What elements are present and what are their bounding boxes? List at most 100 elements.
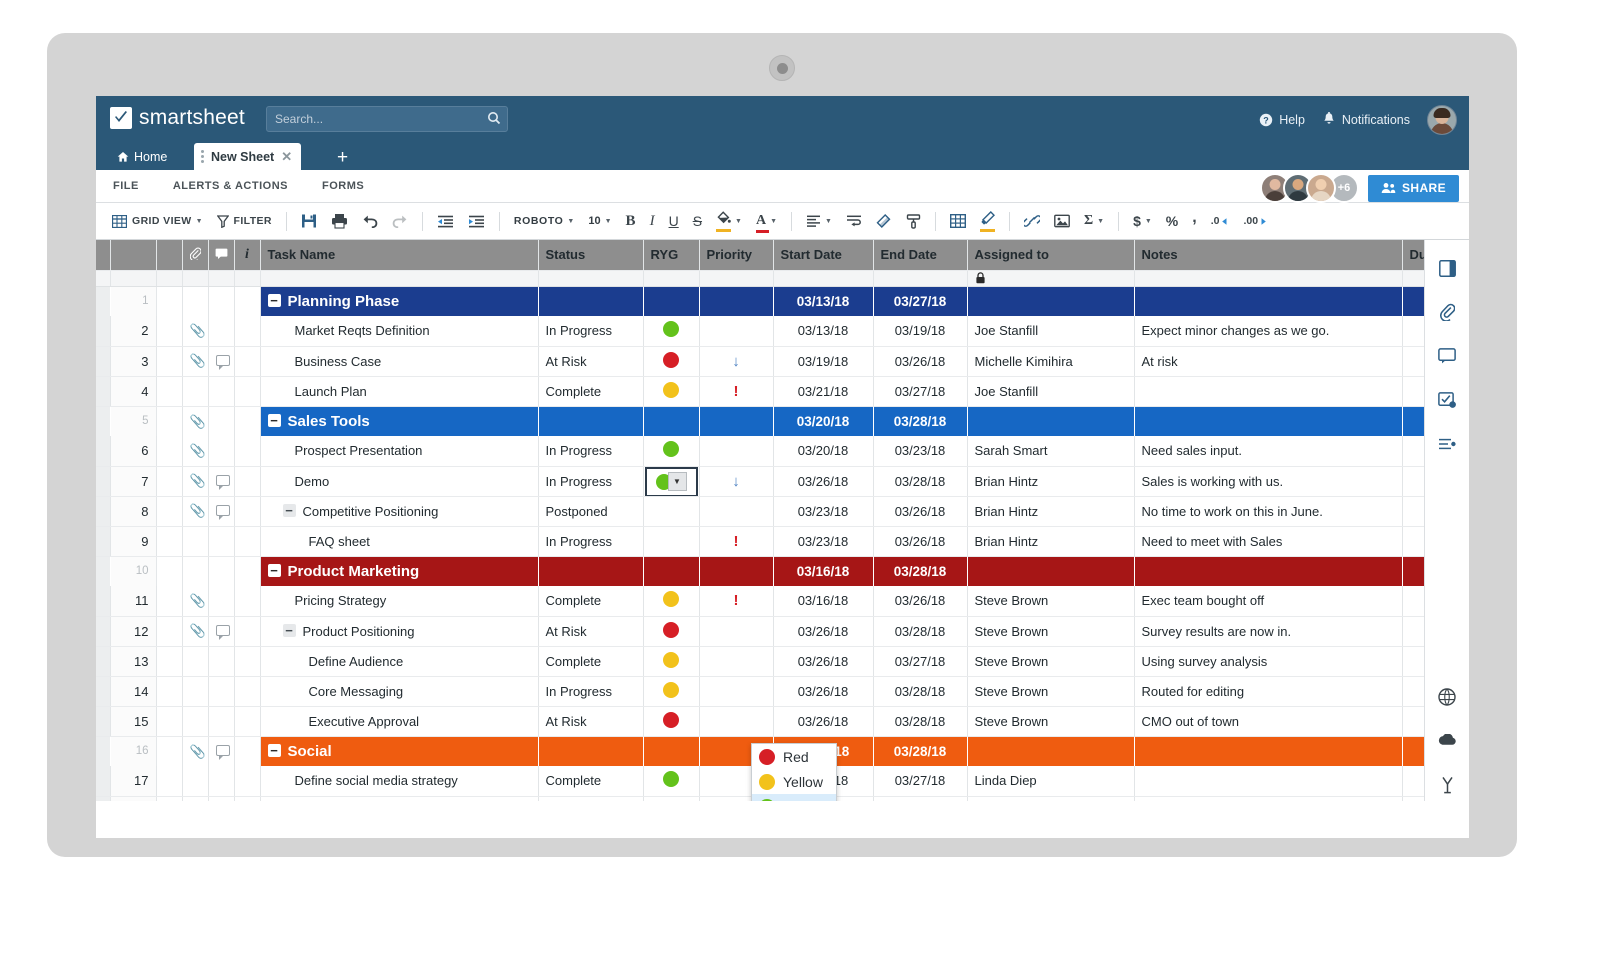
cell-info[interactable] [234,616,261,647]
connections-icon[interactable] [1425,719,1469,763]
row-gutter[interactable] [96,406,111,436]
cell-blank[interactable] [156,796,183,801]
cell-end-date[interactable]: 03/26/18 [873,586,968,617]
cell-notes[interactable]: Sales is working with us. [1134,466,1403,497]
cell-comment[interactable] [208,556,235,586]
table-row[interactable]: 2 📎 Market Reqts Definition In Progress 03/1… [96,316,1463,347]
row-gutter[interactable] [96,346,111,377]
cell-blank[interactable] [156,676,183,707]
cell-task-name[interactable]: FAQ sheet [260,526,539,557]
cell-comment[interactable] [208,796,235,801]
collapse-icon[interactable]: − [267,413,281,427]
cell-task-name[interactable]: − Product Marketing [260,556,539,586]
font-family-select[interactable]: ROBOTO ▼ [507,203,581,239]
paperclip-icon[interactable]: 📎 [190,353,206,368]
cell-start-date[interactable]: 03/20/18 [773,406,874,436]
wrap-text-button[interactable] [839,203,869,239]
cell-ryg[interactable] [643,436,700,467]
cell-attachment[interactable]: 📎 [182,466,209,497]
save-button[interactable] [294,203,324,239]
table-row[interactable]: 10−Product Marketing03/16/1803/28/188. [96,556,1463,586]
cell-assigned-to[interactable]: Joe Stanfill [967,376,1135,407]
row-gutter[interactable] [96,796,111,801]
header-status[interactable]: Status [538,240,644,271]
cell-comment[interactable] [208,616,235,647]
cell-comment[interactable] [208,466,235,497]
cell-priority[interactable] [699,316,774,347]
header-start-date[interactable]: Start Date [773,240,874,271]
cell-notes[interactable]: Need to meet with Sales [1134,526,1403,557]
close-icon[interactable]: ✕ [281,149,292,165]
cell-info[interactable] [234,526,261,557]
ryg-option-red[interactable]: Red [752,744,836,769]
cell-assigned-to[interactable]: Joe Stanfill [967,316,1135,347]
menu-forms[interactable]: FORMS [305,180,381,192]
cell-task-name[interactable]: Schedule social media posts [260,796,539,801]
cell-ryg[interactable] [643,346,700,377]
brand-logo[interactable]: smartsheet [110,106,245,130]
header-assigned-to[interactable]: Assigned to [967,240,1135,271]
cell-task-name[interactable]: Pricing Strategy [260,586,539,617]
cell-status[interactable]: In Progress [538,526,644,557]
collapse-icon[interactable]: − [282,623,296,637]
cell-assigned-to[interactable] [967,286,1135,316]
print-button[interactable] [324,203,355,239]
header-info[interactable]: i [234,240,261,271]
selected-cell-border[interactable]: ▼ [644,466,698,495]
cell-priority[interactable]: ! [699,526,774,557]
collaborator-avatars[interactable]: +6 [1259,173,1359,203]
cell-info[interactable] [234,586,261,617]
cell-attachment[interactable]: 📎 [182,586,209,617]
cell-blank[interactable] [156,766,183,797]
cell-ryg[interactable] [643,646,700,677]
cell-comment[interactable] [208,316,235,347]
cell-comment[interactable] [208,376,235,407]
cell-status[interactable] [538,736,644,766]
cell-priority[interactable]: ! [699,376,774,407]
row-gutter[interactable] [96,556,111,586]
panels-icon[interactable] [1425,246,1469,290]
cell-attachment[interactable] [182,706,209,737]
cell-task-name[interactable]: Executive Approval [260,706,539,737]
row-gutter[interactable] [96,526,111,557]
header-ryg[interactable]: RYG [643,240,700,271]
row-gutter[interactable] [96,376,111,407]
cell-notes[interactable] [1134,796,1403,801]
cell-comment[interactable] [208,676,235,707]
table-row[interactable]: 11 📎 Pricing Strategy Complete! 03/16/18 03/2… [96,586,1463,617]
row-gutter[interactable] [96,286,111,316]
cell-attachment[interactable] [182,376,209,407]
cell-notes[interactable]: Exec team bought off [1134,586,1403,617]
cell-priority[interactable]: ↓ [699,346,774,377]
cell-ryg[interactable] [643,406,700,436]
cell-task-name[interactable]: Prospect Presentation [260,436,539,467]
cell-end-date[interactable]: 03/28/18 [873,706,968,737]
row-number[interactable]: 1 [110,286,157,316]
cell-priority[interactable] [699,556,774,586]
paperclip-icon[interactable]: 📎 [190,443,206,458]
cell-status[interactable]: Complete [538,376,644,407]
cell-notes[interactable]: No time to work on this in June. [1134,496,1403,527]
cell-status[interactable]: At Risk [538,346,644,377]
cell-end-date[interactable]: 03/27/18 [873,646,968,677]
cell-info[interactable] [234,346,261,377]
cell-end-date[interactable]: 03/27/18 [873,286,968,316]
cell-start-date[interactable]: 03/26/18 [773,706,874,737]
cell-task-name[interactable]: − Competitive Positioning [260,496,539,527]
cell-assigned-to[interactable]: Brian Hintz [967,526,1135,557]
proofs-icon[interactable] [1425,378,1469,422]
header-comments[interactable] [208,240,235,271]
row-gutter[interactable] [96,466,111,497]
cell-ryg[interactable] [643,796,700,801]
cell-priority[interactable]: ↓ [699,466,774,497]
cell-notes[interactable]: Survey results are now in. [1134,616,1403,647]
indent-button[interactable] [461,203,492,239]
row-number[interactable]: 16 [110,736,157,766]
decrease-decimal-button[interactable]: .0 [1204,203,1237,239]
cell-attachment[interactable] [182,526,209,557]
cell-start-date[interactable]: 03/13/18 [773,286,874,316]
cell-info[interactable] [234,736,261,766]
cell-blank[interactable] [156,316,183,347]
cell-attachment[interactable] [182,676,209,707]
table-row[interactable]: 8 📎 − Competitive Positioning Postponed 03/23… [96,496,1463,527]
